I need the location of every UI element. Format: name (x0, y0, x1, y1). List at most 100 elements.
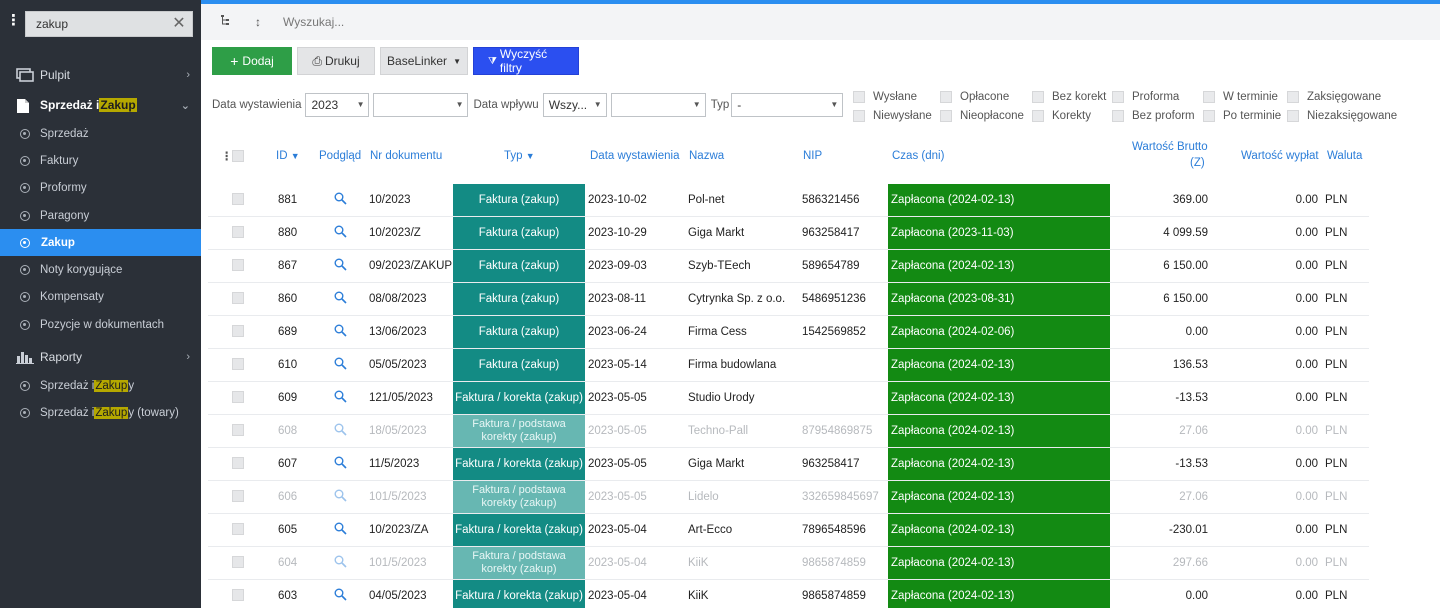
filter-checkbox[interactable]: Proforma (1112, 88, 1179, 106)
preview-search-icon[interactable] (334, 357, 348, 371)
table-row[interactable]: 689 13/06/2023 Faktura (zakup) 2023-06-24 Fi… (208, 316, 1369, 349)
receipt-period-select[interactable]: ▼ (610, 93, 706, 117)
cell-doc-no[interactable]: 10/2023/ZA (369, 514, 428, 546)
row-checkbox[interactable] (232, 193, 244, 205)
sidebar-subitem[interactable]: Proformy (0, 174, 201, 202)
checkbox-box[interactable] (1203, 91, 1215, 103)
sidebar-subitem[interactable]: Sprzedaż (0, 120, 201, 148)
preview-search-icon[interactable] (334, 324, 348, 338)
cell-doc-no[interactable]: 121/05/2023 (369, 382, 433, 414)
header-id[interactable]: ID ▼ (276, 150, 300, 162)
header-payout[interactable]: Wartość wypłat (1241, 150, 1319, 162)
preview-search-icon[interactable] (334, 225, 348, 239)
preview-search-icon[interactable] (334, 291, 348, 305)
issue-year-select[interactable]: 2023 ▼ (305, 93, 370, 117)
row-checkbox[interactable] (232, 556, 244, 568)
select-all-checkbox[interactable] (232, 150, 244, 162)
print-button[interactable]: ⎙ Drukuj (297, 47, 375, 75)
cell-doc-no[interactable]: 04/05/2023 (369, 580, 427, 608)
row-checkbox[interactable] (232, 226, 244, 238)
cell-doc-no[interactable]: 09/2023/ZAKUP (369, 250, 452, 282)
sidebar-item-sales-purchases[interactable]: Sprzedaż i Zakup ⌄ (0, 90, 201, 120)
header-time[interactable]: Czas (dni) (892, 150, 944, 162)
checkbox-box[interactable] (1032, 91, 1044, 103)
add-button[interactable]: + Dodaj (212, 47, 292, 75)
cell-doc-no[interactable]: 13/06/2023 (369, 316, 427, 348)
row-checkbox[interactable] (232, 292, 244, 304)
kebab-menu-icon[interactable]: ⋮ (6, 13, 21, 34)
sidebar-item-reports[interactable]: Raporty › (0, 342, 201, 372)
checkbox-box[interactable] (1203, 110, 1215, 122)
preview-search-icon[interactable] (334, 456, 348, 470)
table-row[interactable]: 603 04/05/2023 Faktura / korekta (zakup) 20… (208, 580, 1369, 608)
row-checkbox[interactable] (232, 490, 244, 502)
issue-period-select[interactable]: ▼ (373, 93, 469, 117)
sidebar-item-pulpit[interactable]: Pulpit › (0, 60, 201, 90)
checkbox-box[interactable] (1287, 110, 1299, 122)
table-row[interactable]: 609 121/05/2023 Faktura / korekta (zakup) 2… (208, 382, 1369, 415)
sort-arrows-icon[interactable]: ↕ (247, 11, 269, 33)
preview-search-icon[interactable] (334, 258, 348, 272)
table-row[interactable]: 606 101/5/2023 Faktura / podstawa korekty … (208, 481, 1369, 514)
table-row[interactable]: 881 10/2023 Faktura (zakup) 2023-10-02 Pol-n… (208, 184, 1369, 217)
sidebar-subitem[interactable]: Pozycje w dokumentach (0, 311, 201, 339)
checkbox-box[interactable] (940, 110, 952, 122)
cell-doc-no[interactable]: 101/5/2023 (369, 481, 427, 513)
preview-search-icon[interactable] (334, 423, 348, 437)
preview-search-icon[interactable] (334, 489, 348, 503)
row-checkbox[interactable] (232, 259, 244, 271)
filter-checkbox[interactable]: Korekty (1032, 107, 1091, 125)
cell-doc-no[interactable]: 10/2023/Z (369, 217, 421, 249)
cell-doc-no[interactable]: 101/5/2023 (369, 547, 427, 579)
sidebar-subitem[interactable]: Kompensaty (0, 283, 201, 312)
checkbox-box[interactable] (1032, 110, 1044, 122)
table-row[interactable]: 605 10/2023/ZA Faktura / korekta (zakup) 20… (208, 514, 1369, 547)
type-filter-select[interactable]: - ▼ (731, 93, 844, 117)
header-type[interactable]: Typ ▼ (504, 150, 535, 162)
row-checkbox[interactable] (232, 424, 244, 436)
cell-doc-no[interactable]: 05/05/2023 (369, 349, 427, 381)
cell-doc-no[interactable]: 10/2023 (369, 184, 411, 216)
row-checkbox[interactable] (232, 457, 244, 469)
cell-doc-no[interactable]: 11/5/2023 (369, 448, 419, 480)
header-issue-date[interactable]: Data wystawienia (590, 150, 679, 162)
cell-doc-no[interactable]: 18/05/2023 (369, 415, 427, 447)
row-checkbox[interactable] (232, 523, 244, 535)
clear-search-icon[interactable]: ✕ (171, 15, 187, 33)
table-row[interactable]: 608 18/05/2023 Faktura / podstawa korekty … (208, 415, 1369, 448)
preview-search-icon[interactable] (334, 192, 348, 206)
preview-search-icon[interactable] (334, 588, 348, 602)
global-search-input[interactable]: Wyszukaj... (283, 15, 344, 29)
table-row[interactable]: 860 08/08/2023 Faktura (zakup) 2023-08-11 Cy… (208, 283, 1369, 316)
filter-checkbox[interactable]: W terminie (1203, 88, 1278, 106)
row-checkbox[interactable] (232, 325, 244, 337)
row-checkbox[interactable] (232, 391, 244, 403)
table-row[interactable]: 867 09/2023/ZAKUP Faktura (zakup) 2023-09-0… (208, 250, 1369, 283)
filter-checkbox[interactable]: Nieopłacone (940, 107, 1024, 125)
row-checkbox[interactable] (232, 358, 244, 370)
header-preview[interactable]: Podgląd (319, 150, 361, 162)
sidebar-report-item[interactable]: Sprzedaż i Zakup y (0, 372, 201, 400)
preview-search-icon[interactable] (334, 390, 348, 404)
sidebar-report-item[interactable]: Sprzedaż i Zakup y (towary) (0, 399, 201, 427)
checkbox-box[interactable] (940, 91, 952, 103)
sidebar-subitem[interactable]: Paragony (0, 201, 201, 230)
baselinker-dropdown[interactable]: BaseLinker ▼ (380, 47, 468, 75)
header-nip[interactable]: NIP (803, 150, 822, 162)
preview-search-icon[interactable] (334, 555, 348, 569)
sidebar-search-input[interactable]: zakup ✕ (25, 11, 193, 37)
filter-checkbox[interactable]: Bez korekt (1032, 88, 1106, 106)
filter-checkbox[interactable]: Zaksięgowane (1287, 88, 1381, 106)
filter-checkbox[interactable]: Opłacone (940, 88, 1009, 106)
column-menu-icon[interactable]: ⋮ (221, 149, 233, 163)
header-currency[interactable]: Waluta (1327, 150, 1362, 162)
sidebar-subitem[interactable]: Noty korygujące (0, 256, 201, 284)
receipt-date-select[interactable]: Wszy... ▼ (542, 93, 607, 117)
checkbox-box[interactable] (1112, 91, 1124, 103)
checkbox-box[interactable] (1112, 110, 1124, 122)
filter-checkbox[interactable]: Niezaksięgowane (1287, 107, 1397, 125)
checkbox-box[interactable] (853, 110, 865, 122)
preview-search-icon[interactable] (334, 522, 348, 536)
filter-checkbox[interactable]: Bez proform (1112, 107, 1195, 125)
header-doc-no[interactable]: Nr dokumentu (370, 150, 442, 162)
